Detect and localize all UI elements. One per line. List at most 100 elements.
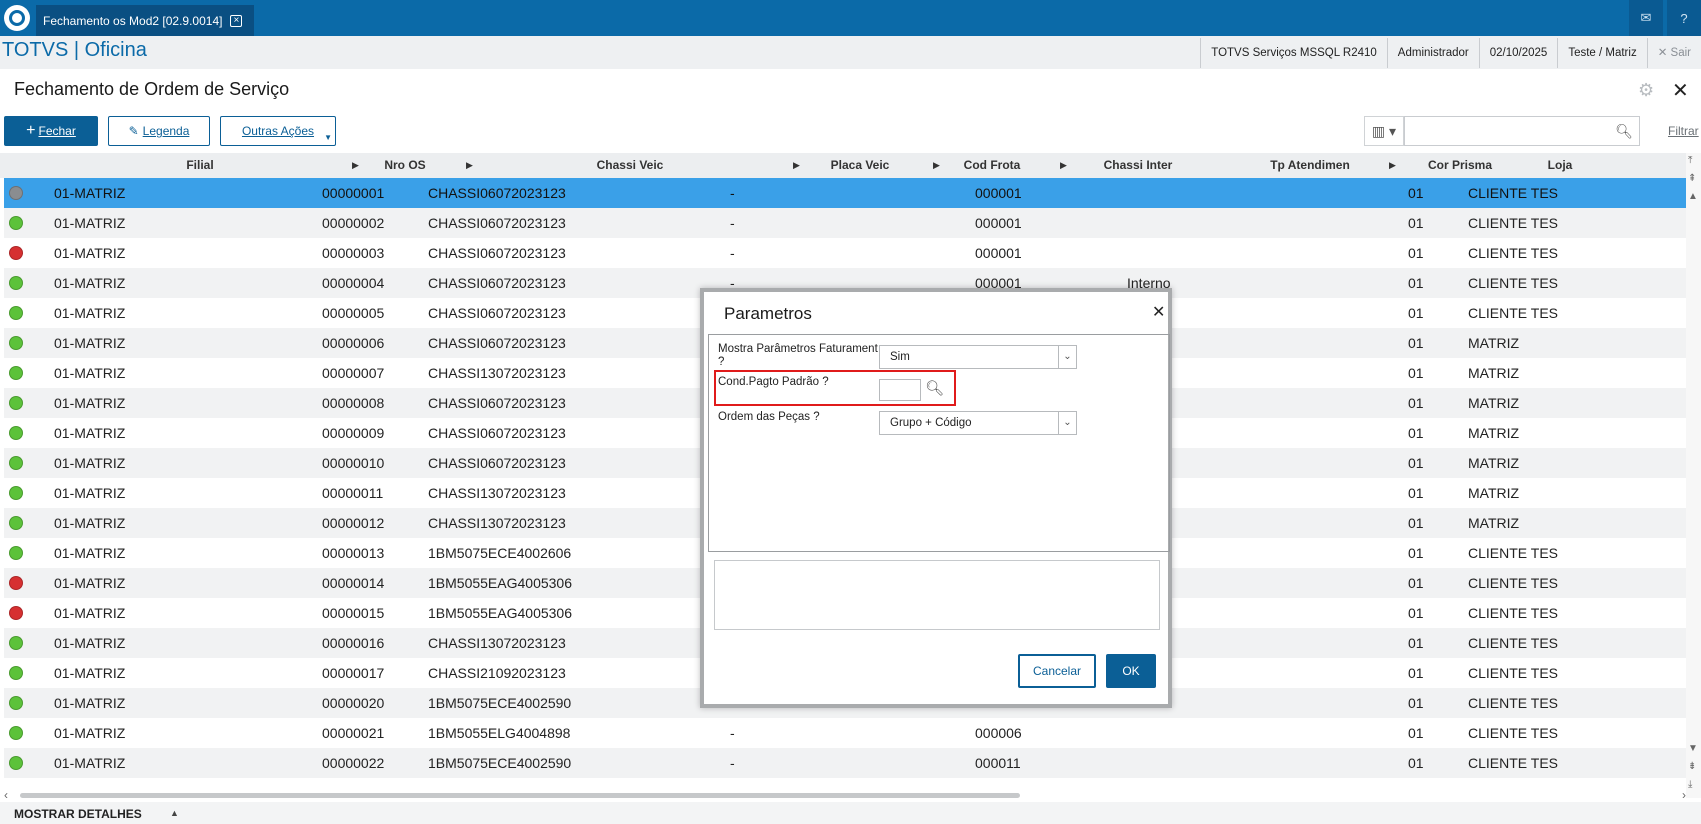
status-green-icon [9, 516, 23, 530]
cell-cliente: CLIENTE TES [1468, 185, 1558, 201]
chevron-right-icon[interactable]: ▶ [933, 153, 940, 178]
gear-icon[interactable]: ⚙ [1638, 80, 1654, 101]
cell-chassi: CHASSI06072023123 [428, 455, 566, 471]
chevron-right-icon[interactable]: ▶ [1389, 153, 1396, 178]
table-row[interactable]: 01-MATRIZ 00000002 CHASSI06072023123 - 00000… [4, 208, 1686, 238]
cancel-button[interactable]: Cancelar [1018, 654, 1096, 688]
scroll-down-icon[interactable]: ▼ [1688, 743, 1698, 754]
table-row[interactable]: 01-MATRIZ 00000003 CHASSI06072023123 - 00000… [4, 238, 1686, 268]
col-header-tp-atendimen[interactable]: Tp Atendimen [1250, 153, 1370, 178]
cell-os: 00000001 [322, 185, 385, 201]
fechar-label: Fechar [38, 124, 76, 138]
vertical-scrollbar[interactable]: ⤒ ⇞ ▲ ▼ ⇟ ⤓ [1686, 153, 1701, 798]
horizontal-scrollbar[interactable]: ‹ › [4, 788, 1686, 802]
cell-filial: 01-MATRIZ [54, 365, 126, 381]
cell-cliente: CLIENTE TES [1468, 215, 1558, 231]
fechar-button[interactable]: + Fechar [4, 116, 98, 146]
tab-title: Fechamento os Mod2 [02.9.0014] [43, 13, 223, 28]
outras-acoes-button[interactable]: Outras Ações ▼ [220, 116, 336, 146]
cell-filial: 01-MATRIZ [54, 185, 126, 201]
help-memo-area [714, 560, 1160, 630]
cell-cliente: CLIENTE TES [1468, 725, 1558, 741]
cell-chassi: 1BM5055EAG4005306 [428, 575, 572, 591]
scroll-left-icon[interactable]: ‹ [4, 788, 8, 802]
filtrar-link[interactable]: Filtrar [1668, 124, 1699, 138]
cell-cliente: MATRIZ [1468, 395, 1520, 411]
col-header-chassi-veic[interactable]: Chassi Veic [560, 153, 700, 178]
col-header-placa-veic[interactable]: Placa Veic [810, 153, 910, 178]
table-row[interactable]: 01-MATRIZ 00000022 1BM5075ECE4002590 - 00001… [4, 748, 1686, 778]
scroll-page-up-icon[interactable]: ⇞ [1688, 173, 1696, 184]
param-ordem-pecas-value: Grupo + Código [890, 417, 972, 429]
scroll-top-icon[interactable]: ⤒ [1688, 155, 1692, 166]
help-icon[interactable]: ? [1667, 0, 1701, 36]
cell-loja: 01 [1408, 245, 1424, 261]
chevron-right-icon[interactable]: ▶ [1060, 153, 1067, 178]
cell-os: 00000021 [322, 725, 385, 741]
cell-filial: 01-MATRIZ [54, 395, 126, 411]
cell-filial: 01-MATRIZ [54, 245, 126, 261]
cell-chassi: CHASSI06072023123 [428, 245, 566, 261]
table-row[interactable]: 01-MATRIZ 00000021 1BM5055ELG4004898 - 00000… [4, 718, 1686, 748]
col-header-loja[interactable]: Loja [1530, 153, 1590, 178]
column-config-button[interactable]: ▥ ▾ [1364, 116, 1404, 146]
scroll-page-down-icon[interactable]: ⇟ [1688, 761, 1696, 772]
mail-icon[interactable]: ✉ [1629, 0, 1663, 36]
col-header-cod-frota[interactable]: Cod Frota [950, 153, 1034, 178]
scroll-up-icon[interactable]: ▲ [1688, 191, 1698, 202]
highlight-box [714, 370, 956, 406]
cell-loja: 01 [1408, 755, 1424, 771]
chevron-down-icon[interactable]: ⌄ [1058, 346, 1076, 368]
cell-loja: 01 [1408, 365, 1424, 381]
details-footer [0, 802, 1701, 824]
totvs-logo-icon[interactable] [4, 5, 30, 31]
cell-os: 00000017 [322, 665, 385, 681]
cell-loja: 01 [1408, 185, 1424, 201]
param-ordem-pecas-select[interactable]: Grupo + Código ⌄ [879, 411, 1077, 435]
caret-up-icon[interactable]: ▲ [170, 808, 179, 818]
cell-filial: 01-MATRIZ [54, 305, 126, 321]
exit-button[interactable]: ✕ Sair [1646, 38, 1701, 68]
tab-fechamento[interactable]: Fechamento os Mod2 [02.9.0014] × [36, 5, 254, 36]
cell-chassi: CHASSI06072023123 [428, 275, 566, 291]
legenda-button[interactable]: ✎ Legenda [108, 116, 210, 146]
cell-loja: 01 [1408, 575, 1424, 591]
param-mostra-faturamento-select[interactable]: Sim ⌄ [879, 345, 1077, 369]
col-header-nro-os[interactable]: Nro OS [370, 153, 440, 178]
chevron-right-icon[interactable]: ▶ [466, 153, 473, 178]
scroll-right-icon[interactable]: › [1682, 788, 1686, 802]
col-header-filial[interactable]: Filial [150, 153, 250, 178]
scroll-bottom-icon[interactable]: ⤓ [1688, 779, 1692, 790]
ok-button[interactable]: OK [1106, 654, 1156, 688]
col-header-cor-prisma[interactable]: Cor Prisma [1410, 153, 1510, 178]
cell-filial: 01-MATRIZ [54, 755, 126, 771]
search-icon[interactable]: 🔍︎ [1615, 123, 1633, 140]
tab-close-icon[interactable]: × [230, 14, 243, 27]
col-header-chassi-inter[interactable]: Chassi Inter [1080, 153, 1196, 178]
status-green-icon [9, 546, 23, 560]
chevron-right-icon[interactable]: ▶ [352, 153, 359, 178]
environment-label: TOTVS Serviços MSSQL R2410 [1200, 38, 1387, 68]
cell-os: 00000005 [322, 305, 385, 321]
close-page-icon[interactable]: ✕ [1672, 78, 1689, 103]
exit-label: Sair [1670, 47, 1691, 59]
cell-chassi: CHASSI06072023123 [428, 335, 566, 351]
dialog-close-icon[interactable]: ✕ [1152, 302, 1165, 322]
cell-cliente: CLIENTE TES [1468, 575, 1558, 591]
branch-label[interactable]: Teste / Matriz [1557, 38, 1646, 68]
chevron-right-icon[interactable]: ▶ [793, 153, 800, 178]
chevron-down-icon[interactable]: ⌄ [1058, 412, 1076, 434]
status-green-icon [9, 486, 23, 500]
status-red-icon [9, 606, 23, 620]
cell-cliente: CLIENTE TES [1468, 275, 1558, 291]
cell-loja: 01 [1408, 335, 1424, 351]
search-input[interactable]: 🔍︎ [1404, 116, 1640, 146]
cell-os: 00000004 [322, 275, 385, 291]
mostrar-detalhes-label[interactable]: MOSTRAR DETALHES [14, 807, 142, 821]
scroll-thumb[interactable] [20, 793, 1020, 798]
cell-filial: 01-MATRIZ [54, 515, 126, 531]
columns-icon: ▥ ▾ [1371, 122, 1397, 139]
cell-loja: 01 [1408, 485, 1424, 501]
table-row[interactable]: 01-MATRIZ 00000001 CHASSI06072023123 - 00000… [4, 178, 1686, 208]
cell-loja: 01 [1408, 425, 1424, 441]
